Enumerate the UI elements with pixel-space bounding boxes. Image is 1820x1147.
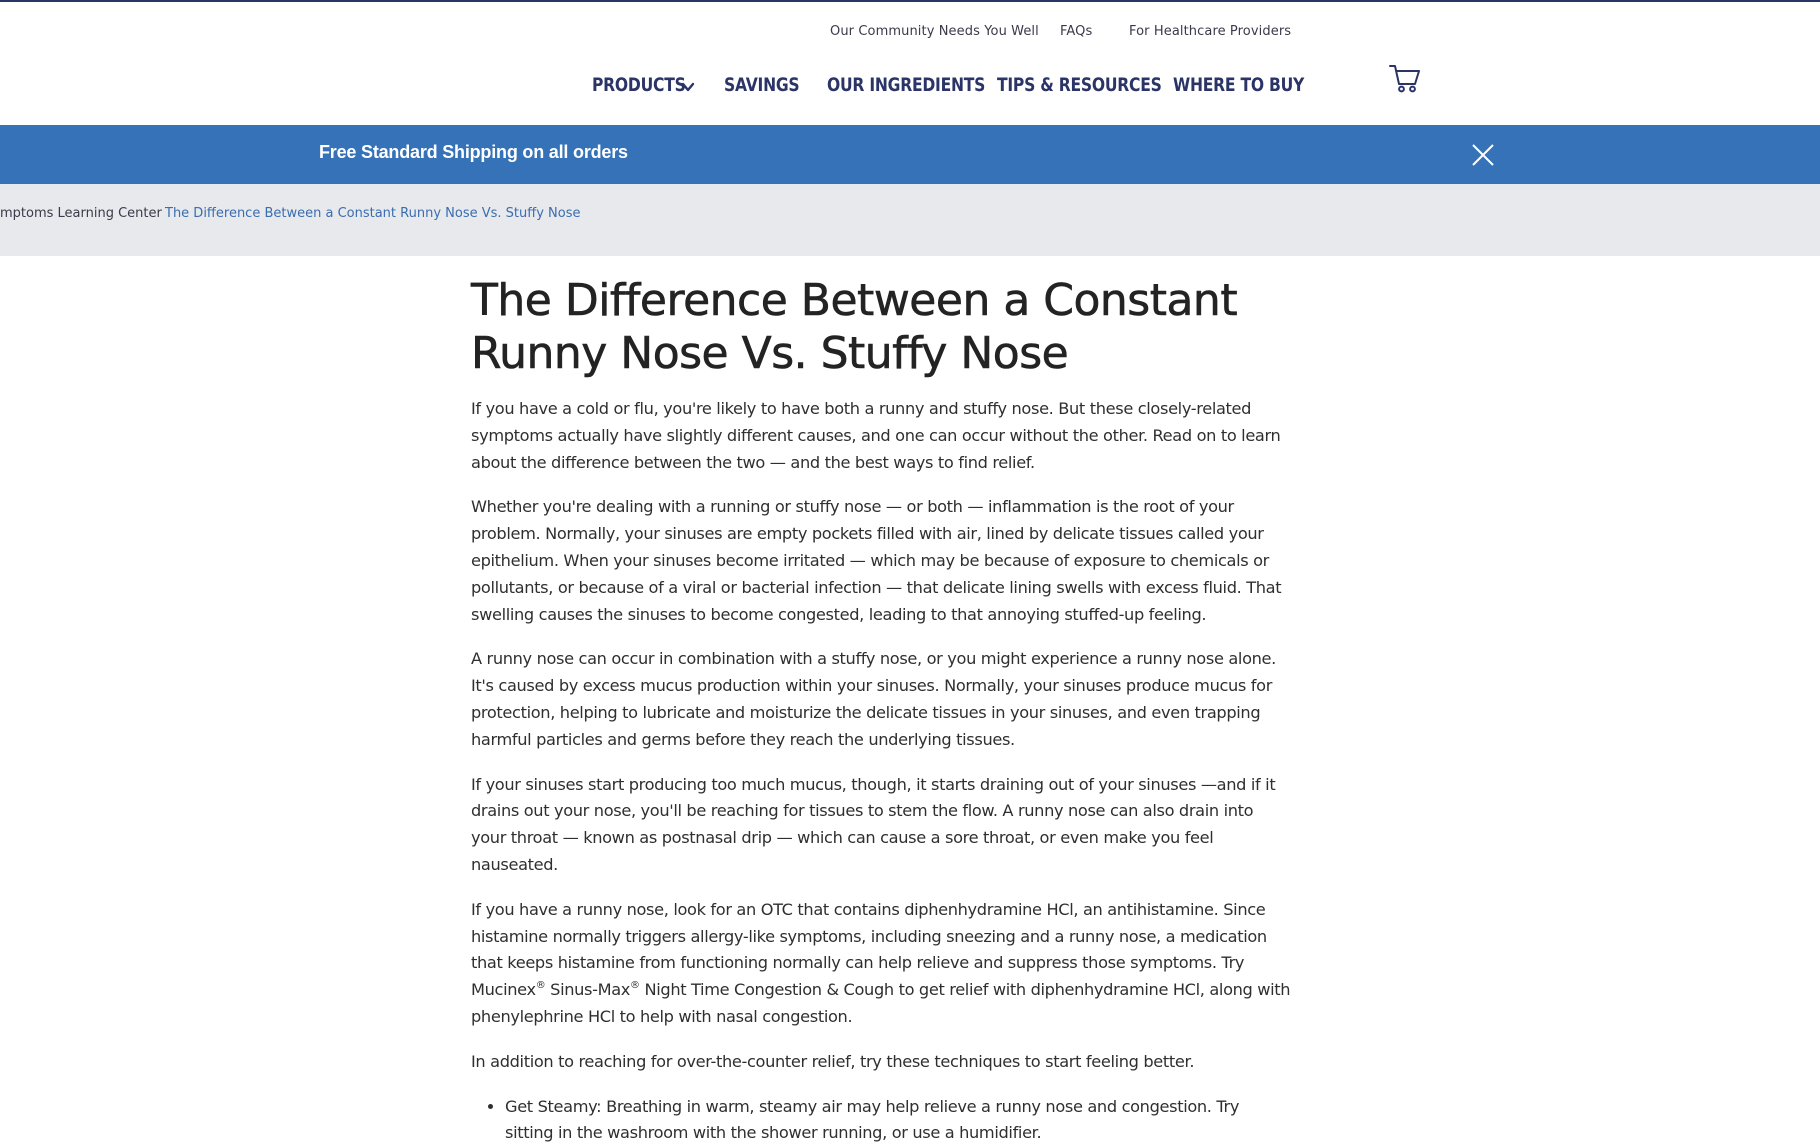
top-accent-line <box>0 0 1820 2</box>
breadcrumb-item-current: The Difference Between a Constant Runny … <box>165 206 581 221</box>
list-item: Get Steamy: Breathing in warm, steamy ai… <box>505 1094 1291 1147</box>
paragraph-runny-nose: A runny nose can occur in combination wi… <box>471 649 1276 749</box>
utility-link-healthcare-providers[interactable]: For Healthcare Providers <box>1129 24 1291 39</box>
paragraph-mucus: If your sinuses start producing too much… <box>471 774 1276 874</box>
registered-mark: ® <box>535 980 546 992</box>
nav-item-ingredients[interactable]: OUR INGREDIENTS <box>827 74 985 96</box>
main-nav: PRODUCTS SAVINGS OUR INGREDIENTS TIPS & … <box>0 74 1820 104</box>
utility-nav: Our Community Needs You Well FAQs For He… <box>0 24 1820 44</box>
page-title: The Difference Between a Constant Runny … <box>471 274 1291 380</box>
close-icon[interactable] <box>1471 143 1495 167</box>
breadcrumb: mptoms Learning Center The Difference Be… <box>0 184 1820 256</box>
nav-item-products[interactable]: PRODUCTS <box>592 74 686 96</box>
shopping-cart-icon[interactable] <box>1388 60 1422 94</box>
paragraph-treatment: If you have a runny nose, look for an OT… <box>471 897 1291 1031</box>
breadcrumb-item-learning-center[interactable]: mptoms Learning Center <box>0 206 162 221</box>
utility-link-faqs[interactable]: FAQs <box>1060 24 1092 39</box>
title-line-2: Runny Nose Vs. Stuffy Nose <box>471 328 1069 380</box>
tips-list: Get Steamy: Breathing in warm, steamy ai… <box>471 1094 1291 1147</box>
treatment-text-b: Sinus-Max <box>545 980 631 1000</box>
chevron-down-icon[interactable] <box>681 80 695 94</box>
nav-item-tips-resources[interactable]: TIPS & RESOURCES <box>997 74 1162 96</box>
nav-item-savings[interactable]: SAVINGS <box>724 74 800 96</box>
paragraph-inflammation: Whether you're dealing with a running or… <box>471 497 1282 624</box>
banner-message: Free Standard Shipping on all orders <box>319 142 628 162</box>
title-line-1: The Difference Between a Constant <box>471 275 1238 327</box>
article: The Difference Between a Constant Runny … <box>471 274 1291 1147</box>
paragraph-techniques: In addition to reaching for over-the-cou… <box>471 1051 1195 1071</box>
paragraph-intro: If you have a cold or flu, you're likely… <box>471 399 1281 472</box>
shipping-banner: Free Standard Shipping on all orders <box>0 125 1820 184</box>
registered-mark: ® <box>630 980 640 992</box>
utility-link-community[interactable]: Our Community Needs You Well <box>830 24 1039 39</box>
nav-item-where-to-buy[interactable]: WHERE TO BUY <box>1173 74 1304 96</box>
